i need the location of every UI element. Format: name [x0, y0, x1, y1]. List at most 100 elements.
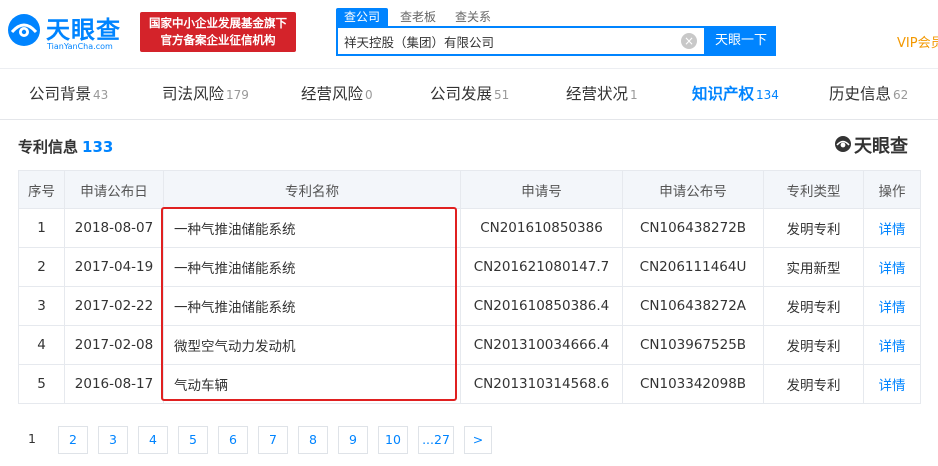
- col-header-app-no: 申请号: [460, 170, 623, 209]
- cell-patent-name: 一种气推油储能系统: [163, 208, 461, 248]
- cell-no: 2: [18, 247, 65, 287]
- cell-action: 详情: [863, 325, 921, 365]
- tab-company-development[interactable]: 公司发展 51: [430, 69, 509, 119]
- tab-business-status[interactable]: 经营状况 1: [566, 69, 638, 119]
- tab-history-info[interactable]: 历史信息 62: [829, 69, 908, 119]
- detail-link[interactable]: 详情: [879, 222, 906, 238]
- tab-count: 0: [365, 88, 373, 102]
- page-next-button[interactable]: >: [464, 426, 492, 454]
- tab-count: 1: [630, 88, 638, 102]
- cell-action: 详情: [863, 208, 921, 248]
- page-link-10[interactable]: 10: [378, 426, 408, 454]
- logo-domain: TianYanCha.com: [47, 42, 113, 51]
- cell-action: 详情: [863, 247, 921, 287]
- cell-patent-name: 气动车辆: [163, 364, 461, 404]
- cell-no: 5: [18, 364, 65, 404]
- page-link-4[interactable]: 4: [138, 426, 168, 454]
- col-header-type: 专利类型: [763, 170, 864, 209]
- detail-link[interactable]: 详情: [879, 300, 906, 316]
- cell-type: 发明专利: [763, 286, 864, 326]
- table-row: 4 2017-02-08 微型空气动力发动机 CN201310034666.4 …: [18, 325, 921, 365]
- tab-count: 134: [756, 88, 779, 102]
- tab-count: 51: [494, 88, 510, 102]
- tab-intellectual-property[interactable]: 知识产权 134: [692, 69, 779, 119]
- table-row: 2 2017-04-19 一种气推油储能系统 CN201621080147.7 …: [18, 247, 921, 287]
- page-link-5[interactable]: 5: [178, 426, 208, 454]
- tab-label: 经营风险: [301, 85, 364, 103]
- tab-label: 经营状况: [566, 85, 629, 103]
- cell-date: 2018-08-07: [64, 208, 164, 248]
- tab-judicial-risk[interactable]: 司法风险 179: [162, 69, 249, 119]
- cell-no: 3: [18, 286, 65, 326]
- tab-label: 公司发展: [430, 85, 493, 103]
- page-link-3[interactable]: 3: [98, 426, 128, 454]
- detail-link[interactable]: 详情: [879, 261, 906, 277]
- search-button[interactable]: 天眼一下: [706, 26, 776, 56]
- clear-icon[interactable]: ×: [681, 33, 697, 49]
- page-link-7[interactable]: 7: [258, 426, 288, 454]
- cell-pub-no: CN103342098B: [622, 364, 764, 404]
- search-input[interactable]: [344, 28, 674, 54]
- tab-label: 司法风险: [162, 85, 225, 103]
- logo-eye-icon: [8, 14, 40, 46]
- cell-pub-no: CN106438272B: [622, 208, 764, 248]
- cell-app-no: CN201610850386.4: [460, 286, 623, 326]
- page-link-9[interactable]: 9: [338, 426, 368, 454]
- slogan-line-1: 国家中小企业发展基金旗下: [149, 16, 287, 30]
- vip-link[interactable]: VIP会员: [897, 32, 938, 51]
- cell-no: 1: [18, 208, 65, 248]
- cell-patent-name: 微型空气动力发动机: [163, 325, 461, 365]
- page-link-6[interactable]: 6: [218, 426, 248, 454]
- search-tab-boss[interactable]: 查老板: [400, 8, 436, 26]
- cell-app-no: CN201310034666.4: [460, 325, 623, 365]
- cell-pub-no: CN103967525B: [622, 325, 764, 365]
- table-header-row: 序号 申请公布日 专利名称 申请号 申请公布号 专利类型 操作: [18, 170, 921, 209]
- page-link-last[interactable]: ...27: [418, 426, 454, 454]
- cell-patent-name: 一种气推油储能系统: [163, 286, 461, 326]
- page-current: 1: [18, 426, 46, 452]
- table-row: 1 2018-08-07 一种气推油储能系统 CN201610850386 CN…: [18, 208, 921, 248]
- cell-date: 2017-02-08: [64, 325, 164, 365]
- patent-panel: 专利信息 133 天眼查 序号 申请公布日 专利名称 申请号 申请公布号 专利类型…: [0, 120, 938, 466]
- col-header-action: 操作: [863, 170, 921, 209]
- tab-operation-risk[interactable]: 经营风险 0: [301, 69, 373, 119]
- official-slogan-badge: 国家中小企业发展基金旗下 官方备案企业征信机构: [140, 12, 296, 52]
- watermark-logo-icon: [835, 136, 851, 152]
- tab-company-background[interactable]: 公司背景 43: [29, 69, 108, 119]
- cell-date: 2017-04-19: [64, 247, 164, 287]
- cell-app-no: CN201310314568.6: [460, 364, 623, 404]
- search-tab-relation[interactable]: 查关系: [455, 8, 491, 26]
- cell-type: 发明专利: [763, 208, 864, 248]
- cell-pub-no: CN206111464U: [622, 247, 764, 287]
- search-box: ×: [336, 26, 706, 56]
- page-link-8[interactable]: 8: [298, 426, 328, 454]
- cell-date: 2016-08-17: [64, 364, 164, 404]
- tab-label: 历史信息: [829, 85, 892, 103]
- section-title-label: 专利信息: [18, 138, 79, 156]
- tianyancha-logo[interactable]: 天眼查 TianYanCha.com: [6, 8, 131, 54]
- detail-link[interactable]: 详情: [879, 339, 906, 355]
- search-tab-company[interactable]: 查公司: [336, 8, 389, 26]
- cell-action: 详情: [863, 286, 921, 326]
- col-header-pub-no: 申请公布号: [622, 170, 764, 209]
- cell-type: 发明专利: [763, 325, 864, 365]
- cell-pub-no: CN106438272A: [622, 286, 764, 326]
- tab-label: 公司背景: [29, 85, 92, 103]
- col-header-date[interactable]: 申请公布日: [64, 170, 164, 209]
- logo-text: 天眼查: [46, 16, 121, 44]
- cell-date: 2017-02-22: [64, 286, 164, 326]
- cell-no: 4: [18, 325, 65, 365]
- cell-app-no: CN201621080147.7: [460, 247, 623, 287]
- tab-count: 62: [893, 88, 909, 102]
- cell-action: 详情: [863, 364, 921, 404]
- table-row: 5 2016-08-17 气动车辆 CN201310314568.6 CN103…: [18, 364, 921, 404]
- section-title: 专利信息 133: [18, 136, 113, 157]
- cell-app-no: CN201610850386: [460, 208, 623, 248]
- tab-count: 43: [93, 88, 109, 102]
- page-link-2[interactable]: 2: [58, 426, 88, 454]
- section-count: 133: [82, 138, 114, 156]
- cell-type: 实用新型: [763, 247, 864, 287]
- patent-table: 序号 申请公布日 专利名称 申请号 申请公布号 专利类型 操作 1 2018-0…: [18, 170, 921, 404]
- company-nav-tabs: 公司背景 43 司法风险 179 经营风险 0 公司发展 51 经营状况 1 知识产权 13…: [0, 68, 938, 120]
- detail-link[interactable]: 详情: [879, 378, 906, 394]
